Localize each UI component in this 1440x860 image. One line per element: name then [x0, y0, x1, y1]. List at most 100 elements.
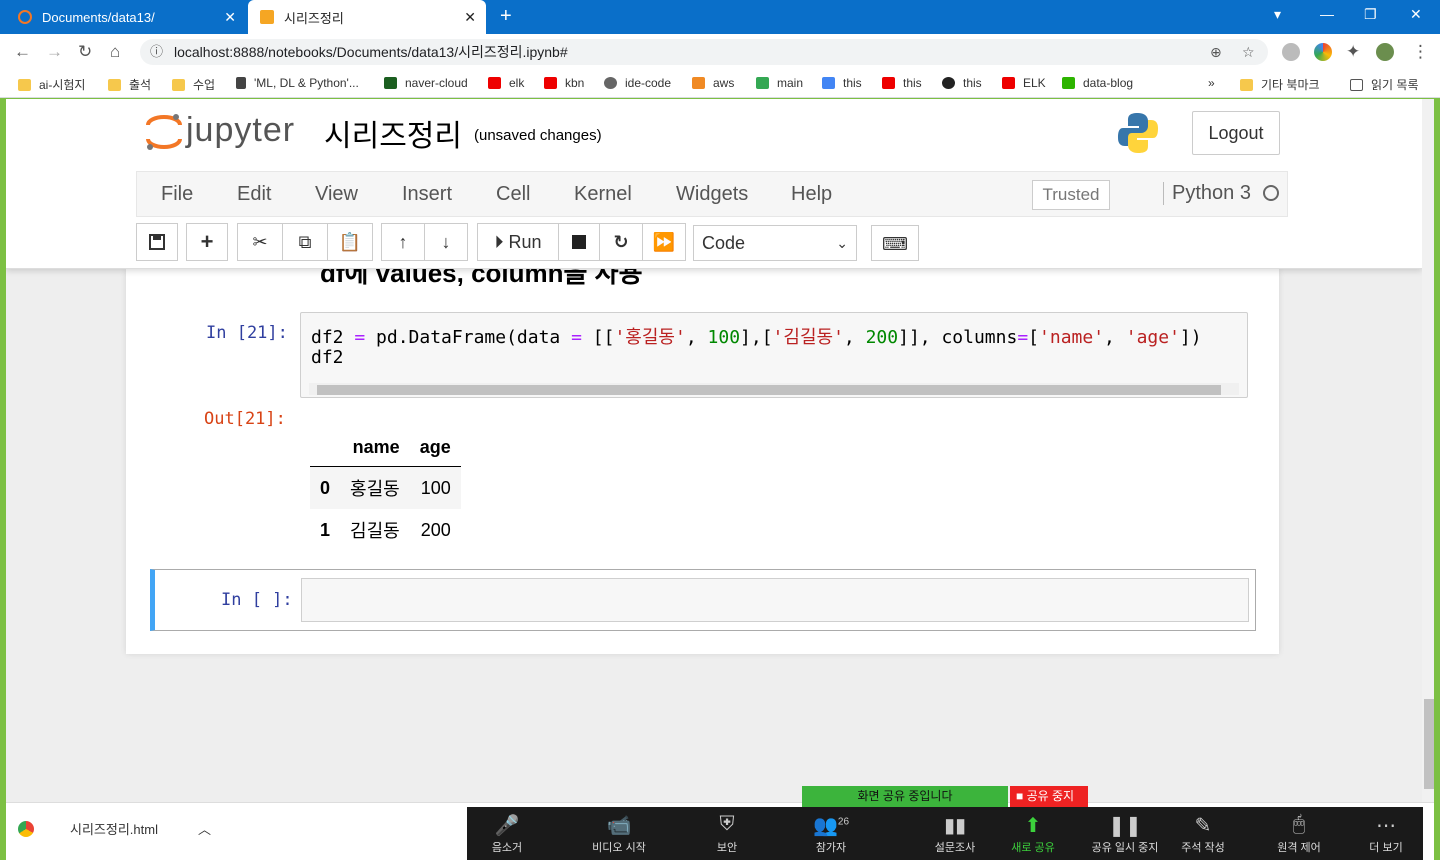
- mute-button[interactable]: 🎤 음소거: [467, 813, 547, 855]
- trusted-indicator[interactable]: Trusted: [1032, 180, 1110, 210]
- bookmark-item[interactable]: 'ML, DL & Python'...: [236, 76, 359, 90]
- bookmark-item[interactable]: this: [822, 76, 862, 90]
- scrollbar-thumb[interactable]: [1424, 699, 1434, 789]
- site-info-icon[interactable]: ⓘ: [150, 39, 163, 65]
- reload-icon[interactable]: ↻: [78, 42, 92, 62]
- other-bookmarks[interactable]: 기타 북마크: [1240, 76, 1320, 93]
- table-cell: 100: [420, 477, 451, 498]
- table-row: 1 김길동 200: [310, 509, 461, 551]
- participants-button[interactable]: 👥26 참가자: [791, 813, 871, 855]
- logout-button[interactable]: Logout: [1192, 111, 1280, 155]
- menu-help[interactable]: Help: [791, 183, 832, 206]
- pause-share-button[interactable]: ❚❚ 공유 일시 중지: [1081, 813, 1169, 855]
- bookmark-item[interactable]: elk: [488, 76, 524, 90]
- bookmark-item[interactable]: this: [942, 76, 982, 90]
- horizontal-scrollbar[interactable]: [309, 383, 1239, 395]
- stop-share-button[interactable]: ■ 공유 중지: [1010, 786, 1088, 807]
- zoom-icon[interactable]: ⊕: [1210, 39, 1222, 65]
- browser-menu-icon[interactable]: ⋮: [1412, 42, 1429, 62]
- shield-icon: ⛨: [719, 813, 735, 835]
- profile-dropdown-icon[interactable]: ▾: [1274, 6, 1281, 23]
- more-button[interactable]: ⋯ 더 보기: [1351, 813, 1421, 855]
- kernel-name: Python 3: [1163, 182, 1251, 205]
- url-field[interactable]: ⓘ localhost:8888/notebooks/Documents/dat…: [140, 39, 1268, 65]
- menu-file[interactable]: File: [161, 183, 193, 206]
- security-button[interactable]: ⛨ 보안: [687, 813, 767, 855]
- selected-code-cell[interactable]: In [ ]:: [150, 569, 1256, 631]
- restart-run-all-button[interactable]: ⏩: [642, 223, 686, 261]
- page-vertical-scrollbar[interactable]: [1422, 99, 1434, 802]
- cut-button[interactable]: ✂: [237, 223, 283, 261]
- extension-shield-icon[interactable]: [1282, 43, 1300, 61]
- participants-icon: 👥26: [812, 815, 850, 837]
- tab-notebook[interactable]: 시리즈정리 ✕: [248, 0, 486, 34]
- interrupt-button[interactable]: [558, 223, 600, 261]
- reading-list[interactable]: 읽기 목록: [1350, 76, 1419, 93]
- github-icon: [942, 77, 955, 89]
- column-header: age: [409, 429, 461, 467]
- move-up-button[interactable]: ↑: [381, 223, 425, 261]
- profile-avatar[interactable]: [1376, 43, 1394, 61]
- start-video-button[interactable]: 📹 비디오 시작: [579, 813, 659, 855]
- copy-button[interactable]: ⧉: [282, 223, 328, 261]
- bookmark-item[interactable]: naver-cloud: [384, 76, 468, 90]
- download-item[interactable]: 시리즈정리.html ︿: [18, 819, 211, 838]
- jupyter-brand-text: jupyter: [186, 111, 296, 149]
- chevron-up-icon[interactable]: ︿: [198, 819, 211, 838]
- bookmark-item[interactable]: data-blog: [1062, 76, 1133, 90]
- bookmark-star-icon[interactable]: ☆: [1242, 39, 1255, 65]
- menu-insert[interactable]: Insert: [402, 183, 452, 206]
- window-close-icon[interactable]: ✕: [1410, 6, 1422, 23]
- microphone-icon: 🎤: [494, 815, 520, 837]
- minimize-icon[interactable]: —: [1320, 6, 1334, 22]
- bookmark-item[interactable]: ai-시험지: [18, 76, 85, 93]
- jupyter-logo-icon[interactable]: [142, 111, 186, 153]
- bookmark-item[interactable]: 출석: [108, 76, 151, 93]
- share-status-text: 화면 공유 중입니다: [857, 789, 953, 803]
- bookmarks-more[interactable]: »: [1208, 76, 1215, 90]
- back-icon[interactable]: ←: [14, 42, 31, 62]
- tab-label: Documents/data13/: [42, 9, 155, 25]
- run-button[interactable]: ⏵ Run: [477, 223, 559, 261]
- paste-icon: 📋: [338, 232, 362, 252]
- bookmark-item[interactable]: main: [756, 76, 803, 90]
- remote-control-button[interactable]: 🖱 원격 제어: [1259, 813, 1339, 855]
- insert-cell-button[interactable]: +: [186, 223, 228, 261]
- close-tab-icon[interactable]: ✕: [464, 9, 476, 26]
- menu-widgets[interactable]: Widgets: [676, 183, 748, 206]
- menu-edit[interactable]: Edit: [237, 183, 271, 206]
- code-cell-input[interactable]: df2 = pd.DataFrame(data = [['홍길동', 100],…: [300, 312, 1248, 398]
- bookmark-item[interactable]: 수업: [172, 76, 215, 93]
- bookmark-item[interactable]: ELK: [1002, 76, 1046, 90]
- move-down-button[interactable]: ↓: [424, 223, 468, 261]
- restore-icon[interactable]: ❐: [1364, 6, 1377, 23]
- new-share-button[interactable]: ⬆ 새로 공유: [993, 813, 1073, 855]
- new-tab-icon[interactable]: +: [500, 5, 512, 28]
- close-tab-icon[interactable]: ✕: [224, 9, 236, 26]
- restart-button[interactable]: ↻: [599, 223, 643, 261]
- menu-kernel[interactable]: Kernel: [574, 183, 632, 206]
- bookmark-item[interactable]: aws: [692, 76, 734, 90]
- extension-color-icon[interactable]: [1314, 43, 1332, 61]
- annotate-button[interactable]: ✎ 주석 작성: [1163, 813, 1243, 855]
- menu-view[interactable]: View: [315, 183, 358, 206]
- notebook-title[interactable]: 시리즈정리: [324, 111, 462, 155]
- youtube-icon: [488, 77, 501, 89]
- polls-button[interactable]: ▮▮ 설문조사: [915, 813, 995, 855]
- paste-button[interactable]: 📋: [327, 223, 373, 261]
- command-palette-button[interactable]: ⌨: [871, 225, 919, 261]
- code-cell-input-empty[interactable]: [301, 578, 1249, 622]
- mouse-icon: 🖱: [1293, 813, 1305, 835]
- bookmark-item[interactable]: ide-code: [604, 76, 671, 90]
- home-icon[interactable]: ⌂: [110, 42, 120, 62]
- save-button[interactable]: [136, 223, 178, 261]
- bookmark-item[interactable]: this: [882, 76, 922, 90]
- menu-cell[interactable]: Cell: [496, 183, 530, 206]
- forward-icon[interactable]: →: [46, 42, 63, 62]
- notebook-container: df에 values, column을 사용 In [21]: df2 = pd…: [126, 258, 1279, 654]
- scrollbar-thumb[interactable]: [317, 385, 1221, 395]
- extensions-puzzle-icon[interactable]: ✦: [1346, 42, 1360, 62]
- cell-type-select[interactable]: Code ⌄: [693, 225, 857, 261]
- bookmark-item[interactable]: kbn: [544, 76, 584, 90]
- tab-documents[interactable]: Documents/data13/ ✕: [6, 0, 246, 34]
